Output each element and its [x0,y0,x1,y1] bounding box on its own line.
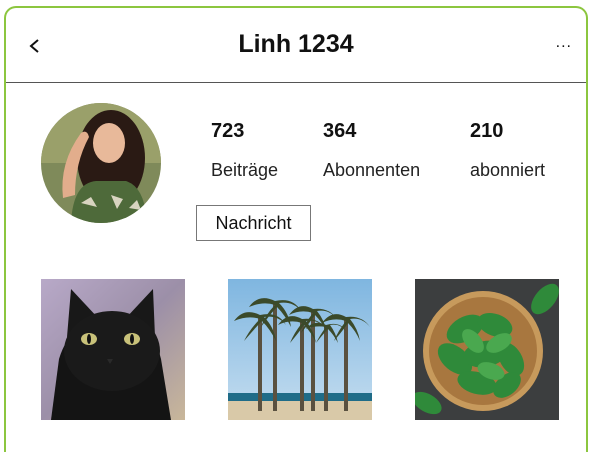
following-count[interactable]: 210 [470,120,503,143]
posts-count: 723 [211,120,245,142]
avatar[interactable] [41,103,161,223]
more-options-icon[interactable]: ... [556,34,572,52]
spinach-photo [415,279,559,420]
post-thumbnail-cat[interactable] [41,279,185,420]
post-thumbnail-spinach[interactable] [415,279,559,420]
profile-header: Linh 1234 ... [6,8,586,83]
followers-count[interactable]: 364 [323,120,356,143]
profile-card: Linh 1234 ... 723 Beiträge 364 Abonnente… [4,6,588,452]
profile-username: Linh 1234 [238,30,354,58]
cat-photo [41,279,185,420]
followers-label[interactable]: Abonnenten [323,160,420,181]
avatar-photo [41,103,161,223]
message-button[interactable]: Nachricht [196,205,311,241]
following-label[interactable]: abonniert [470,160,545,181]
posts-label: Beiträge [211,160,279,180]
post-thumbnail-palms[interactable] [228,279,372,420]
palms-photo [228,279,372,420]
